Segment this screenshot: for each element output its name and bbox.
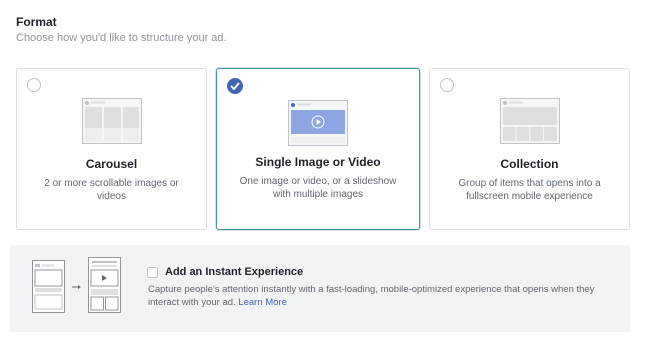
instant-experience-checkbox[interactable] (147, 267, 158, 278)
collection-radio[interactable] (440, 78, 454, 92)
single-image-description: One image or video, or a slideshow with … (239, 176, 397, 200)
format-option-collection[interactable]: Collection Group of items that opens int… (429, 68, 630, 230)
checkmark-icon (230, 82, 240, 90)
instant-experience-title: Add an Instant Experience (165, 266, 304, 278)
format-title: Format (16, 15, 57, 29)
collection-description: Group of items that opens into a fullscr… (458, 178, 601, 202)
format-option-single-image-or-video[interactable]: Single Image or Video One image or video… (216, 68, 420, 230)
carousel-description: 2 or more scrollable images or videos (44, 178, 179, 202)
instant-experience-description-text: Capture people's attention instantly wit… (148, 284, 595, 308)
single-image-radio[interactable] (227, 78, 243, 94)
format-subtitle: Choose how you'd like to structure your … (16, 32, 227, 44)
instant-experience-description: Capture people's attention instantly wit… (148, 284, 618, 309)
format-option-carousel[interactable]: Carousel 2 or more scrollable images or … (16, 68, 207, 230)
single-image-name: Single Image or Video (255, 155, 381, 169)
carousel-icon (81, 98, 142, 144)
instant-experience-panel: Add an Instant Experience Capture people… (10, 245, 630, 332)
collection-name: Collection (500, 157, 559, 171)
carousel-radio[interactable] (27, 78, 41, 92)
collection-icon (499, 98, 560, 144)
single-image-icon (288, 100, 348, 146)
carousel-name: Carousel (85, 157, 138, 171)
learn-more-link[interactable]: Learn More (238, 297, 287, 308)
instant-experience-illustration-icon (32, 257, 121, 313)
